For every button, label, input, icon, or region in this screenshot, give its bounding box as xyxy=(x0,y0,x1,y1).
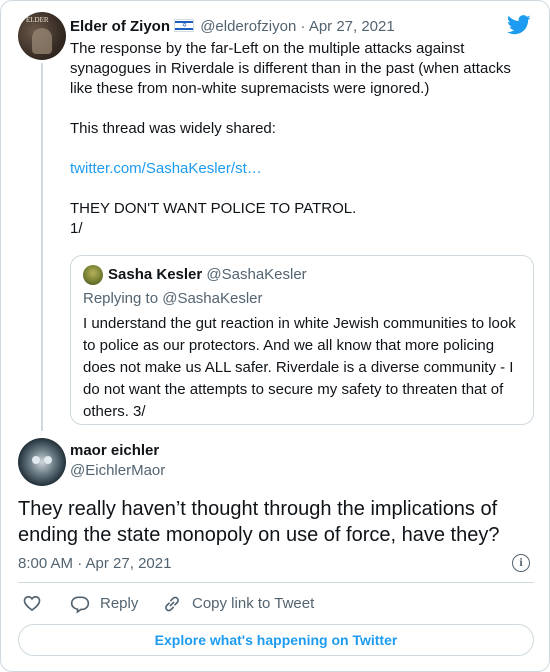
thread-connector-line xyxy=(41,63,43,431)
reply-button[interactable]: Reply xyxy=(70,593,138,615)
avatar xyxy=(83,265,103,285)
author-name[interactable]: Elder of Ziyon xyxy=(70,18,170,35)
author-name[interactable]: maor eichler xyxy=(70,441,159,461)
tweet-timestamp[interactable]: 8:00 AM · Apr 27, 2021 xyxy=(18,554,171,574)
replying-to-handle: @SashaKesler xyxy=(162,290,263,307)
copy-link-button[interactable]: Copy link to Tweet xyxy=(162,593,314,615)
like-button[interactable] xyxy=(22,593,52,613)
reply-label: Reply xyxy=(100,595,139,612)
quoted-tweet-text: I understand the gut reaction in white J… xyxy=(83,315,516,420)
avatar[interactable]: ELDER xyxy=(18,12,66,60)
copy-link-label: Copy link to Tweet xyxy=(192,595,315,612)
tweet-date[interactable]: Apr 27, 2021 xyxy=(309,18,395,35)
author-handle[interactable]: @EichlerMaor xyxy=(70,461,165,481)
explore-twitter-button[interactable]: Explore what's happening on Twitter xyxy=(18,624,534,656)
quoted-tweet[interactable]: Sasha Kesler @SashaKesler Replying to @S… xyxy=(70,255,534,425)
quoted-author-handle: @SashaKesler xyxy=(206,266,307,283)
link-icon xyxy=(165,596,179,612)
replying-to-label: Replying to xyxy=(83,290,163,307)
tweet-paragraph: This thread was widely shared: xyxy=(70,120,276,137)
quoted-author-name: Sasha Kesler xyxy=(108,266,203,283)
quoted-tweet-header: Sasha Kesler @SashaKesler xyxy=(108,265,307,285)
tweet-paragraph: 1/ xyxy=(70,220,83,237)
replying-to: Replying to @SashaKesler xyxy=(83,289,263,309)
tweet-paragraph: THEY DON'T WANT POLICE TO PATROL. xyxy=(70,200,357,217)
heart-icon xyxy=(23,595,41,612)
tweet-text: The response by the far-Left on the mult… xyxy=(70,39,530,239)
author-handle[interactable]: @elderofziyon xyxy=(200,18,296,35)
tweet-text: They really haven’t thought through the … xyxy=(18,498,500,546)
tweet-embed-card: ELDER Elder of Ziyon ✡ @elderofziyon · Ap… xyxy=(0,0,550,672)
divider xyxy=(18,582,534,583)
israel-flag-icon: ✡ xyxy=(174,19,195,32)
tweet-header: Elder of Ziyon ✡ @elderofziyon · Apr 27, … xyxy=(70,18,395,35)
avatar[interactable] xyxy=(18,438,66,486)
speech-bubble-icon xyxy=(70,596,90,614)
tweet-paragraph: The response by the far-Left on the mult… xyxy=(70,40,511,97)
tweet-link[interactable]: twitter.com/SashaKesler/st… xyxy=(70,160,262,177)
twitter-bird-icon[interactable] xyxy=(507,15,531,35)
info-icon[interactable]: i xyxy=(512,554,530,572)
